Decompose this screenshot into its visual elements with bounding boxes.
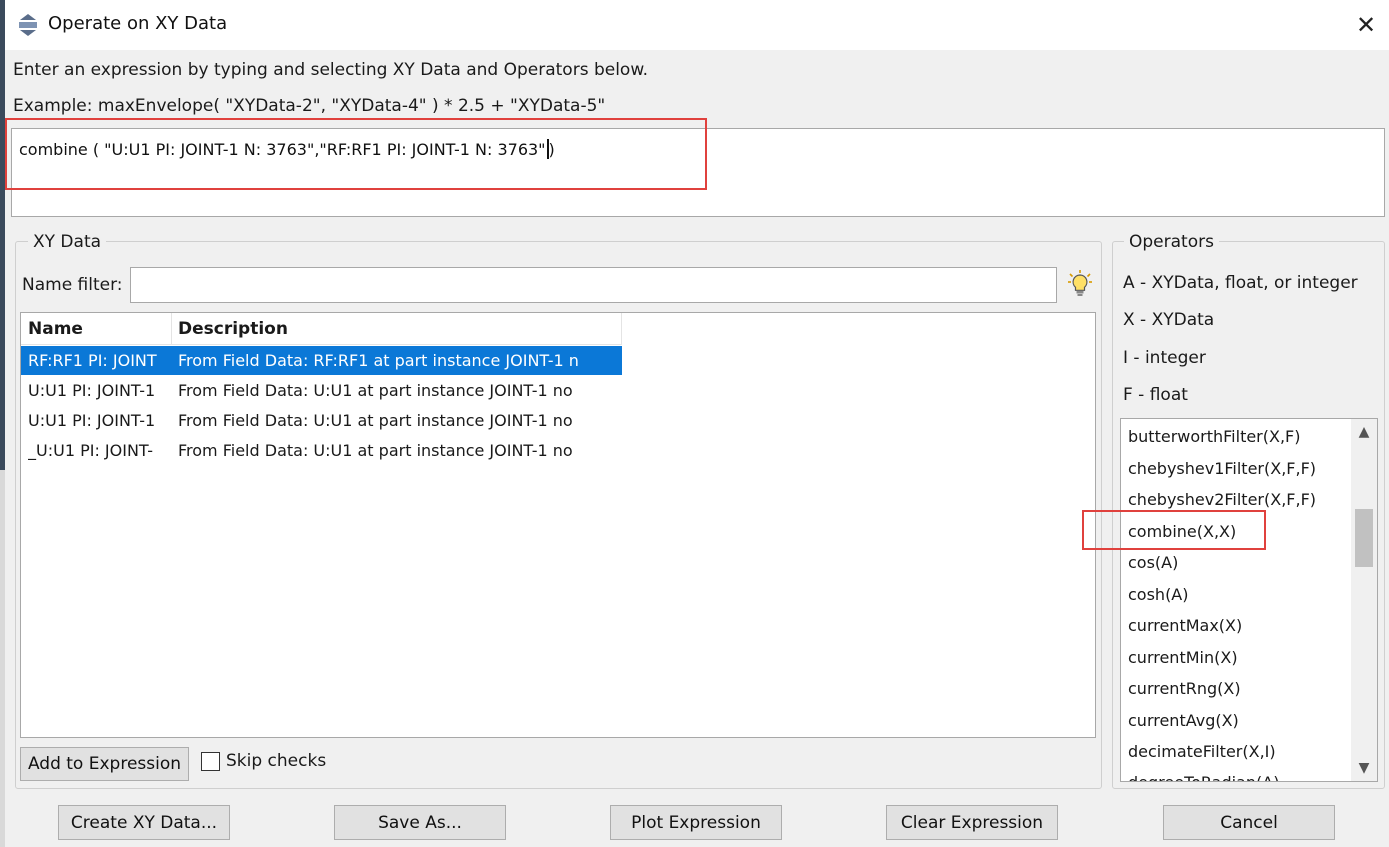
expression-text-before-cursor: combine ( "U:U1 PI: JOINT-1 N: 3763","RF… <box>19 140 546 159</box>
expression-text: combine ( "U:U1 PI: JOINT-1 N: 3763","RF… <box>19 139 555 159</box>
row-description-cell: From Field Data: U:U1 at part instance J… <box>178 381 573 400</box>
scrollbar-thumb[interactable] <box>1355 509 1373 567</box>
title-bar: Operate on XY Data ✕ <box>5 0 1389 50</box>
table-row[interactable]: _U:U1 PI: JOINT- From Field Data: U:U1 a… <box>21 436 622 465</box>
cancel-button[interactable]: Cancel <box>1163 805 1335 840</box>
operators-group-label: Operators <box>1124 232 1219 252</box>
operator-item[interactable]: butterworthFilter(X,F) <box>1128 427 1301 446</box>
close-icon[interactable]: ✕ <box>1349 8 1383 42</box>
row-description-cell: From Field Data: U:U1 at part instance J… <box>178 411 573 430</box>
name-filter-input[interactable] <box>130 267 1057 303</box>
operator-item[interactable]: degreeToRadian(A) <box>1128 773 1279 781</box>
row-name-cell: _U:U1 PI: JOINT- <box>28 441 153 460</box>
row-name-cell: U:U1 PI: JOINT-1 <box>28 411 156 430</box>
operators-scrollbar[interactable]: ▲ ▼ <box>1351 419 1377 781</box>
scroll-up-icon[interactable]: ▲ <box>1351 419 1377 445</box>
operate-on-xy-data-dialog: Operate on XY Data ✕ Enter an expression… <box>5 0 1389 847</box>
operator-item[interactable]: chebyshev1Filter(X,F,F) <box>1128 459 1316 478</box>
operator-item[interactable]: currentMin(X) <box>1128 648 1238 667</box>
skip-checks-label[interactable]: Skip checks <box>226 751 326 771</box>
operator-item[interactable]: cosh(A) <box>1128 585 1189 604</box>
expression-text-after-cursor: ) <box>548 140 555 159</box>
row-description-cell: From Field Data: U:U1 at part instance J… <box>178 441 573 460</box>
operator-legend-x: X - XYData <box>1123 310 1215 330</box>
expression-input[interactable]: combine ( "U:U1 PI: JOINT-1 N: 3763","RF… <box>11 128 1385 217</box>
lightbulb-icon[interactable] <box>1068 270 1092 298</box>
save-as-button[interactable]: Save As... <box>334 805 506 840</box>
table-row[interactable]: U:U1 PI: JOINT-1 From Field Data: U:U1 a… <box>21 376 622 405</box>
table-header: Name Description <box>21 313 622 345</box>
operator-item[interactable]: currentAvg(X) <box>1128 711 1239 730</box>
abaqus-app-icon <box>19 14 37 36</box>
row-name-cell: U:U1 PI: JOINT-1 <box>28 381 156 400</box>
operator-legend-i: I - integer <box>1123 348 1206 368</box>
operator-item[interactable]: currentMax(X) <box>1128 616 1242 635</box>
example-text: Example: maxEnvelope( "XYData-2", "XYDat… <box>13 96 606 116</box>
operator-item[interactable]: combine(X,X) <box>1128 522 1236 541</box>
column-header-name[interactable]: Name <box>28 319 83 339</box>
name-filter-label: Name filter: <box>22 275 123 295</box>
operator-item[interactable]: chebyshev2Filter(X,F,F) <box>1128 490 1316 509</box>
operator-legend-f: F - float <box>1123 385 1188 405</box>
operator-legend-a: A - XYData, float, or integer <box>1123 273 1358 293</box>
operators-list: butterworthFilter(X,F) chebyshev1Filter(… <box>1120 418 1378 782</box>
operator-item[interactable]: currentRng(X) <box>1128 679 1241 698</box>
xy-data-group-label: XY Data <box>28 232 107 252</box>
table-row[interactable]: U:U1 PI: JOINT-1 From Field Data: U:U1 a… <box>21 406 622 435</box>
table-row[interactable]: RF:RF1 PI: JOINT From Field Data: RF:RF1… <box>21 346 622 375</box>
window-title: Operate on XY Data <box>48 13 228 34</box>
column-divider[interactable] <box>621 313 622 345</box>
row-description-cell: From Field Data: RF:RF1 at part instance… <box>178 351 579 370</box>
xy-data-table: Name Description RF:RF1 PI: JOINT From F… <box>20 312 1096 738</box>
plot-expression-button[interactable]: Plot Expression <box>610 805 782 840</box>
column-divider[interactable] <box>171 313 172 345</box>
scroll-down-icon[interactable]: ▼ <box>1351 755 1377 781</box>
create-xy-data-button[interactable]: Create XY Data... <box>58 805 230 840</box>
instructions-text: Enter an expression by typing and select… <box>13 60 649 80</box>
column-header-description[interactable]: Description <box>178 319 288 339</box>
skip-checks-checkbox[interactable] <box>201 752 220 771</box>
operator-item[interactable]: decimateFilter(X,I) <box>1128 742 1276 761</box>
operator-item[interactable]: cos(A) <box>1128 553 1178 572</box>
row-name-cell: RF:RF1 PI: JOINT <box>28 351 157 370</box>
clear-expression-button[interactable]: Clear Expression <box>886 805 1058 840</box>
add-to-expression-button[interactable]: Add to Expression <box>20 747 189 781</box>
